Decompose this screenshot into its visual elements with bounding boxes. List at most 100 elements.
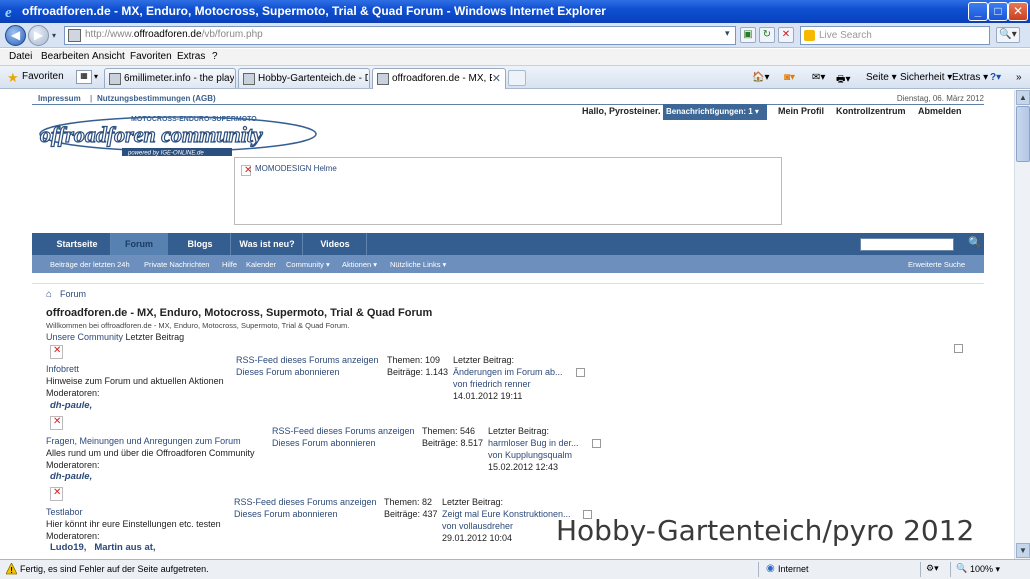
window-title: offroadforen.de - MX, Enduro, Motocross,… [22, 4, 606, 18]
forum-name[interactable]: Fragen, Meinungen und Anregungen zum For… [46, 436, 241, 446]
ad-banner[interactable]: MOMODESIGN Helme [234, 157, 782, 225]
compatibility-icon[interactable]: ▣ [740, 27, 756, 43]
protected-mode-icon[interactable]: ⚙▾ [926, 563, 939, 574]
last-post-author[interactable]: von Kupplungsqualm [488, 450, 572, 460]
zoom-icon[interactable]: 🔍 [956, 563, 967, 574]
back-button[interactable]: ◀ [5, 25, 26, 46]
subscribe-link[interactable]: Dieses Forum abonnieren [272, 438, 376, 448]
tab-favicon-icon [243, 73, 255, 85]
tab-startseite[interactable]: Startseite [44, 233, 110, 255]
last-post-title[interactable]: harmloser Bug in der... [488, 438, 579, 448]
scroll-up-icon[interactable]: ▲ [1016, 90, 1030, 105]
subnav-community[interactable]: Community ▾ [286, 260, 330, 269]
subnav-calendar[interactable]: Kalender [246, 260, 276, 269]
rss-link[interactable]: RSS-Feed dieses Forums anzeigen [236, 355, 379, 365]
favorites-star-icon[interactable]: ★ [7, 70, 19, 86]
help-icon[interactable]: ?▾ [990, 72, 1001, 83]
forum-logo[interactable]: MOTOCROSS-ENDURO-SUPERMOTO offroadforen … [36, 112, 320, 158]
forum-search-icon[interactable]: 🔍 [968, 236, 982, 250]
address-field[interactable]: http://www.offroadforen.de/vb/forum.php … [64, 26, 736, 45]
warning-icon[interactable]: ! [6, 563, 17, 575]
impressum-link[interactable]: Impressum [38, 94, 81, 103]
tab-whats-new[interactable]: Was ist neu? [232, 233, 302, 255]
mark-read-checkbox[interactable] [954, 344, 963, 353]
tab-forum[interactable]: Forum [110, 233, 168, 255]
menu-ansicht[interactable]: Ansicht [92, 51, 125, 62]
rss-link[interactable]: RSS-Feed dieses Forums anzeigen [234, 497, 377, 507]
community-header[interactable]: Unsere Community [46, 332, 123, 342]
menu-favoriten[interactable]: Favoriten [130, 51, 172, 62]
ad-text[interactable]: MOMODESIGN Helme [255, 164, 337, 173]
menu-datei[interactable]: Datei [9, 51, 32, 62]
search-field[interactable]: Live Search [800, 26, 990, 45]
home-breadcrumb-icon[interactable]: ⌂ [46, 289, 52, 300]
toolbar-overflow-icon[interactable]: » [1016, 72, 1022, 83]
control-panel-link[interactable]: Kontrollzentrum [836, 106, 906, 116]
moderator-link[interactable]: Ludo19, Martin aus at, [50, 542, 156, 553]
tab-videos[interactable]: Videos [304, 233, 366, 255]
quick-tabs-icon[interactable]: ▦ [76, 70, 92, 84]
moderator-link[interactable]: dh-paule, [50, 400, 92, 411]
ie-logo-icon: e [5, 5, 12, 19]
advanced-search-link[interactable]: Erweiterte Suche [908, 260, 965, 269]
logout-link[interactable]: Abmelden [918, 106, 962, 116]
forum-name[interactable]: Testlabor [46, 507, 83, 517]
forward-button[interactable]: ▶ [28, 25, 49, 46]
menu-extras[interactable]: Extras [177, 51, 205, 62]
subnav-help[interactable]: Hilfe [222, 260, 237, 269]
subnav-actions[interactable]: Aktionen ▾ [342, 260, 377, 269]
tools-menu[interactable]: Extras ▾ [952, 72, 988, 83]
address-dropdown-icon[interactable]: ▾ [725, 28, 730, 39]
subnav-private-messages[interactable]: Private Nachrichten [144, 260, 209, 269]
forum-posts: Beiträge: 8.517 [422, 438, 484, 448]
go-to-post-icon[interactable] [576, 368, 585, 377]
last-post-title[interactable]: Zeigt mal Eure Konstruktionen... [442, 509, 571, 519]
forum-name[interactable]: Infobrett [46, 364, 79, 374]
tab-blogs[interactable]: Blogs [170, 233, 230, 255]
close-window-button[interactable]: ✕ [1008, 2, 1028, 21]
last-post-author[interactable]: von vollausdreher [442, 521, 513, 531]
tab-hobby-gartenteich[interactable]: Hobby-Gartenteich.de - Das ... [238, 68, 370, 88]
print-icon[interactable]: 🖶▾ [836, 72, 850, 89]
scroll-thumb[interactable] [1016, 106, 1030, 162]
favorites-button[interactable]: Favoriten [22, 71, 64, 82]
scroll-down-icon[interactable]: ▼ [1016, 543, 1030, 558]
notifications-button[interactable]: Benachrichtigungen: 1 ▾ [663, 104, 767, 120]
forum-description: Hier könnt ihr eure Einstellungen etc. t… [46, 519, 221, 529]
last-post-title[interactable]: Änderungen im Forum ab... [453, 367, 563, 377]
forum-search-input[interactable] [860, 238, 954, 251]
subscribe-link[interactable]: Dieses Forum abonnieren [234, 509, 338, 519]
tab-list-dropdown-icon[interactable]: ▾ [94, 72, 98, 81]
menu-help[interactable]: ? [212, 51, 218, 62]
last-post-author[interactable]: von friedrich renner [453, 379, 531, 389]
broken-image-icon [241, 165, 252, 176]
menu-bearbeiten[interactable]: Bearbeiten [41, 51, 89, 62]
breadcrumb[interactable]: Forum [60, 289, 86, 299]
subnav-useful-links[interactable]: Nützliche Links ▾ [390, 260, 446, 269]
maximize-button[interactable]: □ [988, 2, 1008, 21]
page-menu[interactable]: Seite ▾ [866, 72, 897, 83]
minimize-button[interactable]: _ [968, 2, 988, 21]
mail-icon[interactable]: ✉▾ [812, 72, 825, 83]
history-dropdown-icon[interactable]: ▾ [52, 31, 56, 40]
feeds-icon[interactable]: ◙▾ [784, 72, 795, 83]
subscribe-link[interactable]: Dieses Forum abonnieren [236, 367, 340, 377]
go-to-post-icon[interactable] [592, 439, 601, 448]
stop-icon[interactable]: ✕ [778, 27, 794, 43]
tab-close-icon[interactable]: ✕ [492, 72, 501, 85]
zoom-level[interactable]: 100% ▾ [970, 564, 1000, 575]
moderator-link[interactable]: dh-paule, [50, 471, 92, 482]
terms-link[interactable]: Nutzungsbestimmungen (AGB) [97, 94, 216, 103]
search-go-icon[interactable]: 🔍▾ [996, 27, 1020, 43]
new-tab-button[interactable] [508, 70, 526, 86]
security-menu[interactable]: Sicherheit ▾ [900, 72, 952, 83]
my-profile-link[interactable]: Mein Profil [778, 106, 824, 116]
divider: | [90, 94, 93, 103]
tab-6millimeter[interactable]: 6millimeter.info - the player's... [104, 68, 236, 88]
rss-link[interactable]: RSS-Feed dieses Forums anzeigen [272, 426, 415, 436]
home-icon[interactable]: 🏠▾ [752, 72, 769, 83]
subnav-recent-posts[interactable]: Beiträge der letzten 24h [50, 260, 130, 269]
vertical-scrollbar[interactable]: ▲ ▼ [1014, 90, 1030, 559]
tab-offroadforen[interactable]: offroadforen.de - MX, En... ✕ [372, 68, 506, 89]
refresh-icon[interactable]: ↻ [759, 27, 775, 43]
